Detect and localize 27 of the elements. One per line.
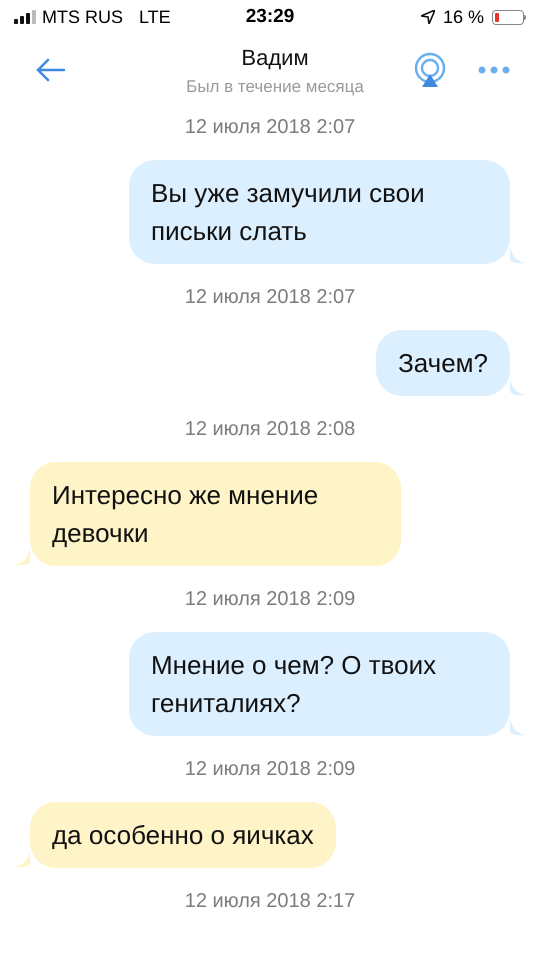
message-date: 12 июля 2018 2:09 [184,587,356,612]
location-icon [420,10,435,24]
back-arrow-icon [35,58,65,82]
message-text: Вы уже замучили свои письки слать [151,178,425,246]
message-text: да особенно о яичках [52,820,314,850]
signal-icon [14,10,36,24]
message-date: 12 июля 2018 2:09 [184,757,356,782]
message-text: Зачем? [398,348,488,378]
carrier-name: MTS RUS [42,6,123,28]
last-seen: Был в течение месяца [186,76,364,98]
contact-name: Вадим [241,44,309,72]
message-date: 12 июля 2018 2:07 [184,285,356,310]
bubble-tail [510,718,526,736]
message-text: Мнение о чем? О твоих гениталиях? [151,650,436,718]
battery-percent: 16 % [442,6,484,28]
message-date: 12 июля 2018 2:08 [184,417,356,442]
network-type: LTE [139,6,171,28]
battery-icon [492,10,526,24]
more-icon [478,66,510,74]
message-date: 12 июля 2018 2:17 [184,889,356,914]
bubble-tail [510,378,526,396]
message-date: 12 июля 2018 2:07 [184,115,356,140]
message-text: Интересно же мнение девочки [52,480,318,548]
clock: 23:29 [246,4,294,29]
bubble-tail [14,548,30,566]
bubble-tail [510,246,526,264]
bubble-tail [14,850,30,868]
